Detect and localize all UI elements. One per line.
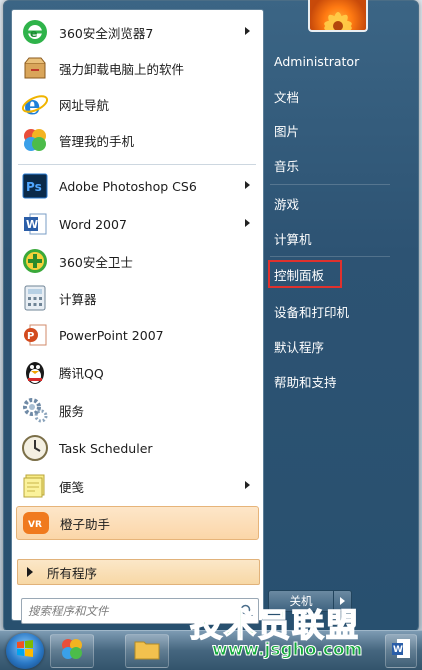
- divider: [270, 184, 390, 185]
- programs-pane: e 360安全浏览器7 强力卸载电脑上的软件 e 网址导航 管理我的手机 Ps …: [11, 9, 264, 624]
- program-label: 计算器: [59, 291, 97, 307]
- user-picture[interactable]: [308, 0, 368, 32]
- windows-logo-icon: [15, 639, 35, 663]
- program-item-360-safe[interactable]: 360安全卫士: [16, 243, 259, 279]
- right-item-default-programs[interactable]: 默认程序: [268, 332, 402, 360]
- watermark: 技术员联盟 www.jsgho.com: [189, 600, 410, 664]
- right-item-music[interactable]: 音乐: [268, 151, 402, 179]
- program-label: 腾讯QQ: [59, 365, 104, 381]
- program-item-calculator[interactable]: 计算器: [16, 280, 259, 316]
- program-label: PowerPoint 2007: [59, 327, 164, 343]
- submenu-arrow-icon[interactable]: [245, 181, 250, 189]
- divider: [270, 256, 390, 257]
- right-item-devices-printers[interactable]: 设备和打印机: [268, 297, 402, 325]
- sticky-notes-icon: [20, 471, 50, 501]
- program-item-powerpoint[interactable]: P PowerPoint 2007: [16, 317, 259, 353]
- svg-text:VR: VR: [28, 520, 42, 530]
- svg-text:P: P: [27, 331, 34, 342]
- triangle-right-icon: [27, 567, 33, 577]
- right-item-computer[interactable]: 计算机: [268, 224, 402, 252]
- svg-text:W: W: [26, 218, 38, 231]
- program-item-web-nav[interactable]: e 网址导航: [16, 86, 259, 122]
- program-label: 360安全卫士: [59, 254, 133, 270]
- program-label: 强力卸载电脑上的软件: [59, 61, 185, 77]
- word-icon: W: [20, 209, 50, 239]
- submenu-arrow-icon[interactable]: [245, 481, 250, 489]
- program-label: Adobe Photoshop CS6: [59, 178, 197, 194]
- submenu-arrow-icon[interactable]: [245, 219, 250, 227]
- program-item-phone-manager[interactable]: 管理我的手机: [16, 122, 259, 158]
- folder-icon: [134, 638, 160, 664]
- program-item-word[interactable]: W Word 2007: [16, 206, 259, 242]
- program-label: 便笺: [59, 479, 85, 495]
- taskbar-app-explorer[interactable]: [125, 634, 169, 668]
- right-item-pictures[interactable]: 图片: [268, 116, 402, 144]
- program-item-uninstall[interactable]: 强力卸载电脑上的软件: [16, 50, 259, 86]
- svg-text:e: e: [24, 91, 41, 118]
- right-item-documents[interactable]: 文档: [268, 82, 402, 110]
- app-color-icon: [59, 636, 85, 666]
- clock-icon: [20, 433, 50, 463]
- program-label: 360安全浏览器7: [59, 25, 154, 41]
- photoshop-icon: Ps: [20, 171, 50, 201]
- program-item-sticky-notes[interactable]: 便笺: [16, 468, 259, 504]
- calculator-icon: [20, 283, 50, 313]
- program-item-task-scheduler[interactable]: Task Scheduler: [16, 430, 259, 466]
- taskbar-app-360-color[interactable]: [50, 634, 94, 668]
- 360-browser-icon: e: [20, 17, 50, 47]
- services-gear-icon: [20, 395, 50, 425]
- divider: [18, 164, 256, 165]
- all-programs-label: 所有程序: [47, 565, 98, 581]
- program-label: 橙子助手: [60, 516, 111, 532]
- right-item-administrator[interactable]: Administrator: [268, 47, 402, 75]
- right-item-help-support[interactable]: 帮助和支持: [268, 367, 402, 395]
- program-label: Task Scheduler: [59, 440, 153, 456]
- program-item-photoshop[interactable]: Ps Adobe Photoshop CS6: [16, 168, 259, 204]
- program-label: 网址导航: [59, 97, 110, 113]
- uninstall-box-icon: [20, 53, 50, 83]
- ie-icon: e: [20, 89, 50, 119]
- program-label: Word 2007: [59, 216, 127, 232]
- 360-safe-icon: [20, 246, 50, 276]
- program-label: 管理我的手机: [59, 133, 135, 149]
- start-button[interactable]: [6, 633, 44, 669]
- watermark-url: www.jsgho.com: [211, 640, 363, 661]
- right-item-games[interactable]: 游戏: [268, 189, 402, 217]
- program-item-orange-assistant[interactable]: VR 橙子助手: [16, 506, 259, 540]
- all-programs-button[interactable]: 所有程序: [17, 559, 260, 585]
- highlight-box: [268, 260, 342, 288]
- program-label: 服务: [59, 403, 85, 419]
- program-item-services[interactable]: 服务: [16, 392, 259, 428]
- svg-text:e: e: [30, 27, 37, 40]
- qq-penguin-icon: [20, 357, 50, 387]
- phone-manager-icon: [20, 125, 50, 155]
- svg-text:Ps: Ps: [26, 180, 42, 194]
- orange-assistant-icon: VR: [21, 508, 51, 538]
- powerpoint-icon: P: [20, 320, 50, 350]
- program-item-360-browser[interactable]: e 360安全浏览器7: [16, 14, 259, 50]
- program-item-qq[interactable]: 腾讯QQ: [16, 354, 259, 390]
- submenu-arrow-icon[interactable]: [245, 27, 250, 35]
